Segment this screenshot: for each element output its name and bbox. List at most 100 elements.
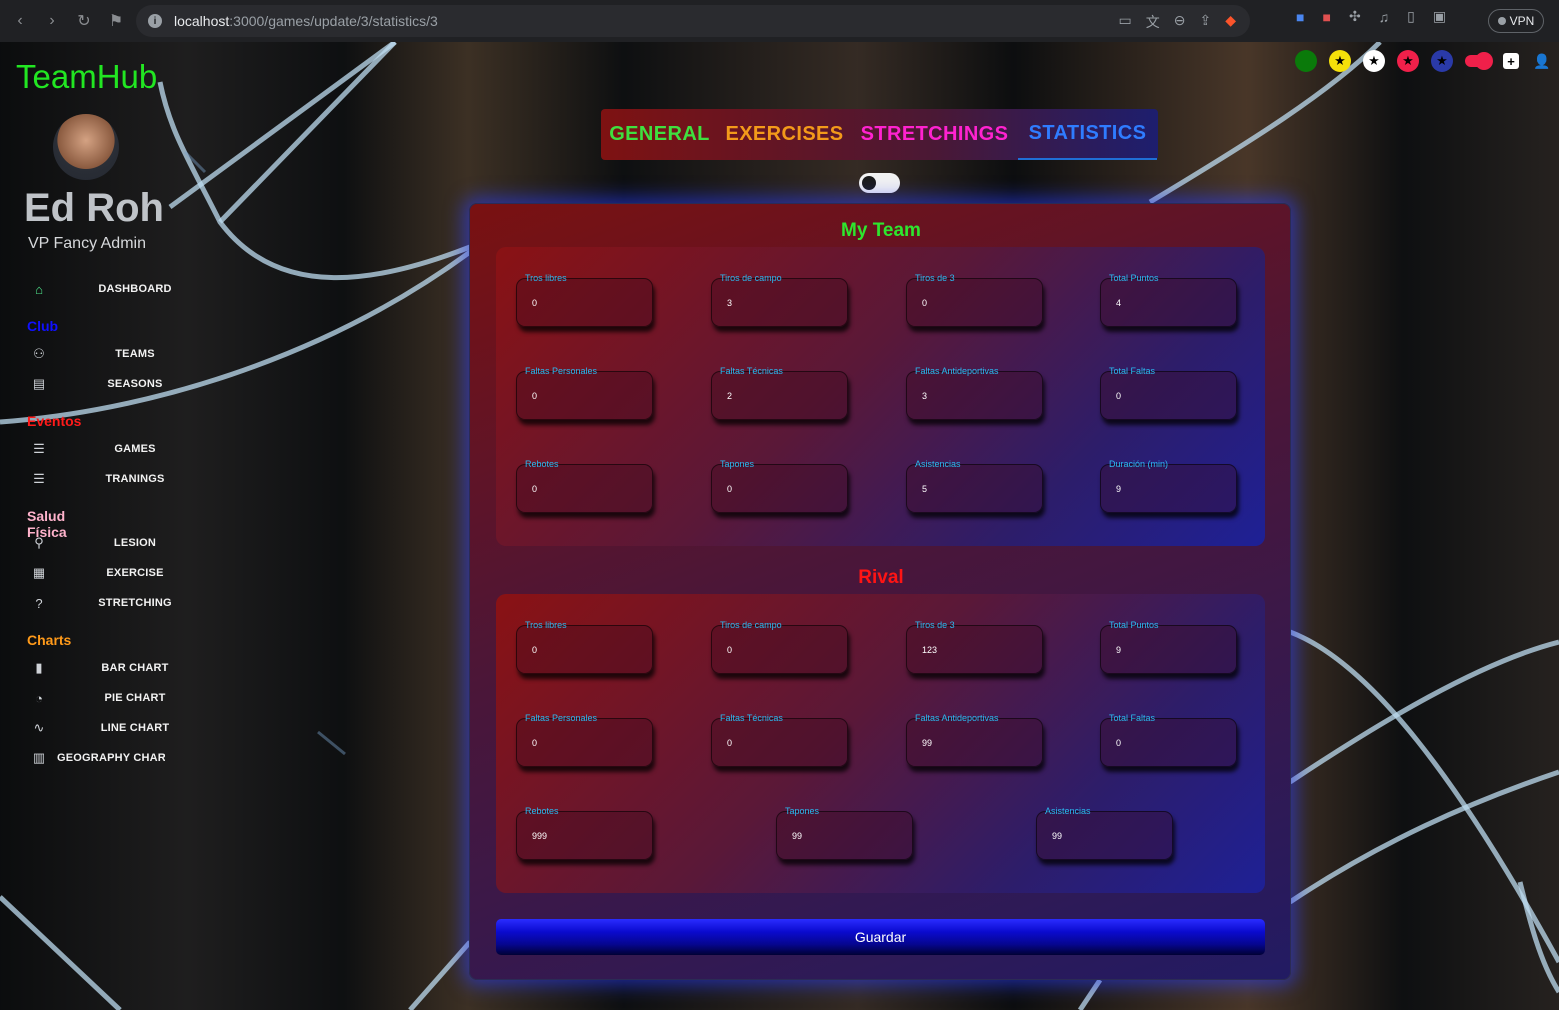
add-icon[interactable]: + bbox=[1503, 53, 1519, 69]
stat-value[interactable]: 0 bbox=[1116, 391, 1121, 401]
stat-field[interactable]: Tiros de 3 0 bbox=[906, 273, 1043, 327]
stat-field[interactable]: Tapones 0 bbox=[711, 459, 848, 513]
vpn-button[interactable]: VPN bbox=[1488, 9, 1544, 33]
stat-value[interactable]: 3 bbox=[922, 391, 927, 401]
star-red-icon[interactable]: ★ bbox=[1397, 50, 1419, 72]
extension-icon[interactable]: ■ bbox=[1322, 9, 1330, 25]
view-toggle[interactable] bbox=[859, 173, 900, 193]
save-button[interactable]: Guardar bbox=[496, 919, 1265, 955]
stat-label: Faltas Antideportivas bbox=[915, 713, 999, 723]
stat-field[interactable]: Duración (min) 9 bbox=[1100, 459, 1237, 513]
stat-field[interactable]: Faltas Personales 0 bbox=[516, 366, 653, 420]
tab-stretchings[interactable]: STRETCHINGS bbox=[851, 109, 1018, 160]
puzzle-icon[interactable]: ✣ bbox=[1349, 8, 1361, 25]
stat-field[interactable]: Total Faltas 0 bbox=[1100, 713, 1237, 767]
stat-value[interactable]: 0 bbox=[1116, 738, 1121, 748]
stat-value[interactable]: 4 bbox=[1116, 298, 1121, 308]
sidebar-item-seasons[interactable]: ▤ SEASONS bbox=[30, 374, 163, 394]
sidebar-item-bar-chart[interactable]: ▮ BAR CHART bbox=[30, 658, 168, 678]
stat-value[interactable]: 99 bbox=[792, 831, 802, 841]
theme-toggle[interactable] bbox=[1465, 52, 1493, 70]
tab-bar: GENERAL EXERCISES STRETCHINGS STATISTICS bbox=[601, 109, 1158, 160]
star-white-icon[interactable]: ★ bbox=[1363, 50, 1385, 72]
stat-field[interactable]: Tiros de campo 0 bbox=[711, 620, 848, 674]
stat-field[interactable]: Tiros de 3 123 bbox=[906, 620, 1043, 674]
user-icon[interactable]: 👤 bbox=[1531, 50, 1553, 72]
stat-value[interactable]: 0 bbox=[532, 298, 537, 308]
stat-value[interactable]: 0 bbox=[727, 645, 732, 655]
stat-field[interactable]: Faltas Personales 0 bbox=[516, 713, 653, 767]
user-role: VP Fancy Admin bbox=[28, 235, 146, 252]
brave-shield-icon[interactable]: ◆ bbox=[1225, 12, 1236, 32]
stat-value[interactable]: 0 bbox=[727, 484, 732, 494]
stat-value[interactable]: 0 bbox=[532, 645, 537, 655]
back-icon[interactable]: ‹ bbox=[4, 5, 36, 37]
sidebar-item-lesion[interactable]: ⚲ LESION bbox=[30, 533, 156, 553]
translate-extension-icon[interactable]: ■ bbox=[1296, 9, 1304, 25]
sidebar-toggle-icon[interactable]: ▯ bbox=[1407, 8, 1415, 25]
stat-field[interactable]: Total Faltas 0 bbox=[1100, 366, 1237, 420]
home-icon: ⌂ bbox=[35, 281, 43, 297]
sidebar-item-line-chart[interactable]: ∿ LINE CHART bbox=[30, 718, 170, 738]
stat-field[interactable]: Tiros de campo 3 bbox=[711, 273, 848, 327]
stat-value[interactable]: 123 bbox=[922, 645, 937, 655]
stat-value[interactable]: 0 bbox=[532, 391, 537, 401]
star-blue-icon[interactable]: ★ bbox=[1431, 50, 1453, 72]
stat-field[interactable]: Faltas Técnicas 2 bbox=[711, 366, 848, 420]
stat-value[interactable]: 0 bbox=[532, 738, 537, 748]
stat-field[interactable]: Tros libres 0 bbox=[516, 620, 653, 674]
sidebar-item-geography-chart[interactable]: ▥ GEOGRAPHY CHART bbox=[30, 748, 165, 768]
sidebar-section-eventos: Eventos bbox=[27, 413, 82, 429]
status-green-icon[interactable]: ● bbox=[1295, 50, 1317, 72]
stat-field[interactable]: Tapones 99 bbox=[776, 806, 913, 860]
stat-value[interactable]: 0 bbox=[922, 298, 927, 308]
sidebar-item-teams[interactable]: ⚇ TEAMS bbox=[30, 344, 154, 364]
stat-value[interactable]: 9 bbox=[1116, 645, 1121, 655]
bookmark-icon[interactable]: ⚑ bbox=[100, 5, 132, 37]
stat-field[interactable]: Rebotes 999 bbox=[516, 806, 653, 860]
stat-field[interactable]: Faltas Antideportivas 99 bbox=[906, 713, 1043, 767]
stat-value[interactable]: 999 bbox=[532, 831, 547, 841]
stat-value[interactable]: 9 bbox=[1116, 484, 1121, 494]
star-yellow-icon[interactable]: ★ bbox=[1329, 50, 1351, 72]
tab-exercises[interactable]: EXERCISES bbox=[718, 109, 851, 160]
music-icon[interactable]: ♫ bbox=[1379, 9, 1390, 25]
sidebar-item-exercise[interactable]: ▦ EXERCISE bbox=[30, 563, 164, 583]
cast-icon[interactable]: ▭ bbox=[1119, 12, 1132, 32]
sidebar-item-pie-chart[interactable]: ◔ PIE CHART bbox=[30, 688, 165, 708]
stat-field[interactable]: Tros libres 0 bbox=[516, 273, 653, 327]
tab-general[interactable]: GENERAL bbox=[601, 109, 718, 160]
stat-value[interactable]: 2 bbox=[727, 391, 732, 401]
stat-value[interactable]: 5 bbox=[922, 484, 927, 494]
reload-icon[interactable]: ↻ bbox=[68, 5, 100, 37]
people-icon: ⚇ bbox=[33, 346, 45, 361]
wallet-icon[interactable]: ▣ bbox=[1433, 8, 1446, 25]
avatar[interactable] bbox=[53, 114, 119, 180]
stat-field[interactable]: Total Puntos 4 bbox=[1100, 273, 1237, 327]
stat-field[interactable]: Asistencias 5 bbox=[906, 459, 1043, 513]
stat-value[interactable]: 0 bbox=[727, 738, 732, 748]
brand-logo[interactable]: TeamHub bbox=[16, 58, 157, 96]
stat-field[interactable]: Rebotes 0 bbox=[516, 459, 653, 513]
site-info-icon[interactable]: i bbox=[148, 14, 162, 28]
stat-value[interactable]: 99 bbox=[922, 738, 932, 748]
share-icon[interactable]: ⇪ bbox=[1199, 12, 1211, 32]
stat-field[interactable]: Total Puntos 9 bbox=[1100, 620, 1237, 674]
stat-field[interactable]: Asistencias 99 bbox=[1036, 806, 1173, 860]
stat-value[interactable]: 3 bbox=[727, 298, 732, 308]
sidebar-section-club: Club bbox=[27, 318, 59, 334]
stat-label: Duración (min) bbox=[1109, 459, 1169, 469]
tab-statistics[interactable]: STATISTICS bbox=[1018, 109, 1157, 160]
stat-value[interactable]: 99 bbox=[1052, 831, 1062, 841]
address-bar[interactable]: i localhost:3000/games/update/3/statisti… bbox=[136, 5, 1250, 37]
sidebar-item-tranings[interactable]: ☰ TRANINGS bbox=[30, 469, 164, 489]
sidebar-item-games[interactable]: ☰ GAMES bbox=[30, 439, 155, 459]
stat-value[interactable]: 0 bbox=[532, 484, 537, 494]
forward-icon[interactable]: › bbox=[36, 5, 68, 37]
stat-field[interactable]: Faltas Antideportivas 3 bbox=[906, 366, 1043, 420]
sidebar-item-stretching[interactable]: ? STRETCHING bbox=[30, 593, 171, 613]
zoom-icon[interactable]: ⊖ bbox=[1174, 12, 1186, 32]
translate-icon[interactable]: 文 bbox=[1146, 12, 1160, 32]
sidebar-item-dashboard[interactable]: ⌂ DASHBOARD bbox=[30, 279, 171, 299]
stat-field[interactable]: Faltas Técnicas 0 bbox=[711, 713, 848, 767]
